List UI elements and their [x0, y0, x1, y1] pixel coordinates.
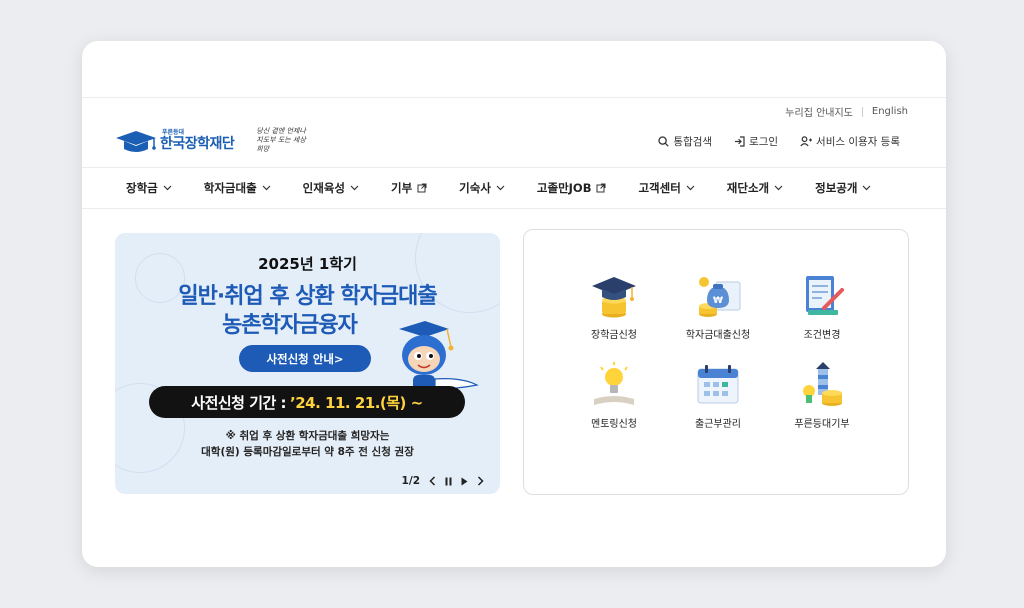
sitemap-link[interactable]: 누리집 안내지도	[785, 104, 853, 119]
login-button[interactable]: 로그인	[734, 134, 778, 149]
nav-label: 재단소개	[726, 181, 770, 195]
main-banner[interactable]: 2025년 1학기 일반·취업 후 상환 학자금대출 농촌학자금융자 사전신청 …	[115, 233, 500, 494]
login-label: 로그인	[749, 136, 779, 148]
site-logo[interactable]: 푸른등대 한국장학재단 당신 곁엔 언제나 지도부 도는 세상 희망	[114, 127, 314, 154]
main-navigation: 장학금 학자금대출 인재육성 기부 기숙사 고졸만JOB 고객센터 재단소개 정…	[82, 167, 946, 209]
banner-note-line2: 대학(원) 등록마감일로부터 약 8주 전 신청 권장	[201, 446, 414, 458]
quick-item-mentoring-apply[interactable]: 멘토링신청	[562, 359, 666, 430]
quick-item-lighthouse-donation[interactable]: 푸른등대기부	[770, 359, 874, 430]
lighthouse-cap-logo-icon	[114, 128, 158, 154]
pre-application-guide-button[interactable]: 사전신청 안내>	[239, 345, 371, 372]
login-icon	[735, 136, 745, 147]
quick-item-scholarship-apply[interactable]: 장학금신청	[562, 270, 666, 341]
nav-label: 학자금대출	[203, 181, 257, 195]
chevron-down-icon	[496, 185, 505, 191]
chevron-down-icon	[262, 185, 271, 191]
pause-icon	[445, 477, 452, 485]
nav-label: 기부	[390, 181, 413, 195]
nav-item-student-loan[interactable]: 학자금대출	[204, 180, 271, 196]
nav-item-foundation-intro[interactable]: 재단소개	[727, 180, 783, 196]
banner-pager-controls: 1/2	[402, 475, 484, 487]
quick-item-attendance-management[interactable]: 출근부관리	[666, 359, 770, 430]
utility-links: 누리집 안내지도 English	[785, 104, 908, 119]
next-slide-button[interactable]	[477, 476, 484, 486]
logo-text: 푸른등대 한국장학재단	[160, 130, 235, 152]
lightbulb-book-icon	[588, 359, 640, 411]
register-button[interactable]: 서비스 이용자 등록	[800, 134, 900, 149]
banner-subtitle: 2025년 1학기	[258, 255, 357, 273]
logo-slogan: 당신 곁엔 언제나 지도부 도는 세상 희망	[256, 127, 306, 153]
nav-label: 인재육성	[302, 181, 345, 195]
external-link-icon	[596, 183, 606, 193]
nav-item-donation[interactable]: 기부	[391, 180, 427, 196]
chevron-left-icon	[429, 476, 436, 486]
nav-item-scholarship[interactable]: 장학금	[126, 180, 172, 196]
quick-label: 푸른등대기부	[794, 419, 850, 430]
english-link[interactable]: English	[872, 106, 908, 117]
nav-label: 고객센터	[638, 181, 681, 195]
chevron-down-icon	[350, 185, 359, 191]
calendar-icon	[692, 359, 744, 411]
quick-menu-panel: 장학금신청 ₩ 학자금대출신청 조건변경 멘토링신청 출근부관리 푸른등대기부	[523, 229, 909, 495]
period-date: ’24. 11. 21.(목) ~	[290, 393, 423, 412]
search-button[interactable]: 통합검색	[658, 134, 712, 149]
nav-label: 장학금	[126, 181, 158, 195]
quick-label: 조건변경	[803, 330, 841, 341]
pause-slide-button[interactable]	[445, 477, 452, 486]
pager-count: 1/2	[401, 475, 420, 487]
quick-item-condition-change[interactable]: 조건변경	[770, 270, 874, 341]
application-period: 사전신청 기간 : ’24. 11. 21.(목) ~	[149, 386, 465, 418]
chevron-down-icon	[163, 185, 172, 191]
loan-money-bag-icon: ₩	[692, 270, 744, 322]
nav-item-info-disclosure[interactable]: 정보공개	[815, 180, 871, 196]
quick-label: 멘토링신청	[591, 419, 637, 430]
document-pen-icon	[796, 270, 848, 322]
nav-item-talent[interactable]: 인재육성	[303, 180, 359, 196]
register-label: 서비스 이용자 등록	[816, 136, 900, 148]
lighthouse-coins-icon	[796, 359, 848, 411]
nav-label: 정보공개	[815, 181, 858, 195]
quick-label: 학자금대출신청	[685, 330, 751, 341]
chevron-down-icon	[774, 185, 783, 191]
external-link-icon	[417, 183, 427, 193]
quick-label: 출근부관리	[695, 419, 741, 430]
svg-text:₩: ₩	[713, 296, 723, 306]
banner-note-line1: ※ 취업 후 상환 학자금대출 희망자는	[225, 430, 390, 442]
nav-item-highschool-job[interactable]: 고졸만JOB	[537, 180, 607, 196]
browser-window: 누리집 안내지도 English 푸른등대 한국장학재단 당신 곁엔 언제나 지…	[82, 41, 946, 567]
top-blank-area	[82, 41, 946, 98]
chevron-down-icon	[863, 185, 871, 191]
banner-title-line1: 일반·취업 후 상환 학자금대출	[178, 284, 437, 309]
chevron-right-icon	[477, 476, 484, 486]
user-add-icon	[800, 136, 813, 147]
divider	[861, 106, 863, 117]
period-label: 사전신청 기간 :	[191, 393, 287, 412]
chevron-down-icon	[686, 185, 695, 191]
nav-item-dormitory[interactable]: 기숙사	[459, 180, 505, 196]
quick-menu-grid: 장학금신청 ₩ 학자금대출신청 조건변경 멘토링신청 출근부관리 푸른등대기부	[562, 270, 874, 430]
quick-label: 장학금신청	[591, 330, 637, 341]
graduation-cap-icon	[588, 270, 640, 322]
nav-item-customer-center[interactable]: 고객센터	[638, 180, 695, 196]
nav-label: 고졸만JOB	[536, 181, 592, 195]
search-icon	[658, 136, 670, 147]
search-label: 통합검색	[673, 136, 713, 148]
prev-slide-button[interactable]	[429, 476, 436, 486]
play-slide-button[interactable]	[461, 477, 468, 486]
logo-main-text: 한국장학재단	[160, 136, 235, 152]
header-actions: 통합검색 로그인 서비스 이용자 등록	[636, 134, 900, 149]
quick-item-loan-apply[interactable]: ₩ 학자금대출신청	[666, 270, 770, 341]
nav-label: 기숙사	[459, 181, 491, 195]
play-icon	[461, 477, 468, 485]
